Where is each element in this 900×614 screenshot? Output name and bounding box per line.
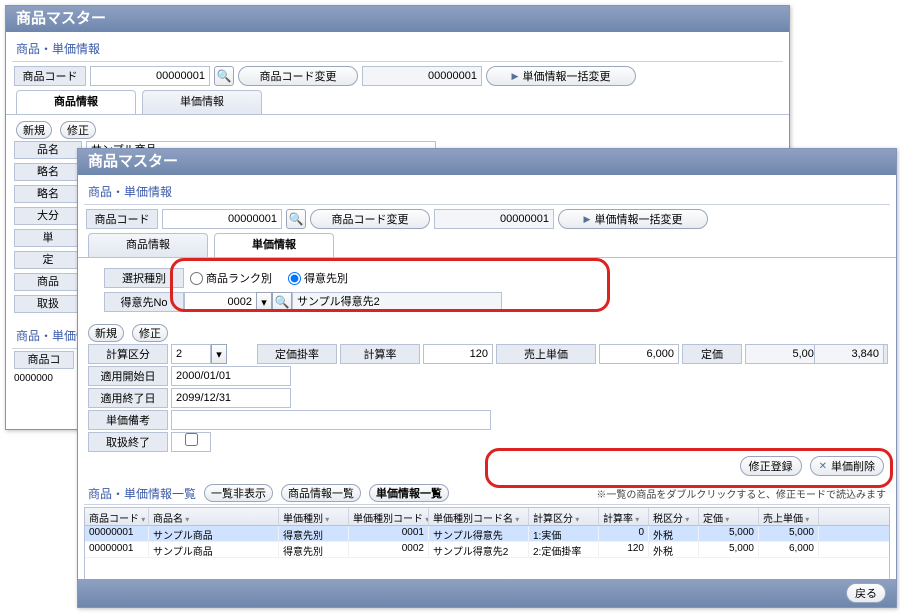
input-start-date[interactable]: 2000/01/01 (171, 366, 291, 386)
label-abbr: 略名 (14, 163, 82, 181)
label-end-date: 適用終了日 (88, 388, 168, 408)
hint-text: ※一覧の商品をダブルクリックすると、修正モードで読込みます (596, 486, 886, 501)
input-sell-price[interactable]: 6,000 (599, 344, 679, 364)
label-discontinued: 取扱終了 (88, 432, 168, 452)
checkbox-discontinued[interactable] (185, 433, 198, 446)
checkbox-discontinued-wrap (171, 432, 211, 452)
input-calc-type[interactable]: 2 (171, 344, 211, 364)
label-customer-no: 得意先No (104, 292, 184, 312)
label-product-code: 商品コード (86, 209, 158, 229)
button-new[interactable]: 新規 (88, 324, 124, 342)
section-label-front: 商品・単価情報 (78, 175, 896, 204)
display-customer-name: サンプル得意先2 (292, 292, 502, 312)
search-icon[interactable]: 🔍 (272, 292, 292, 312)
label-memo: 商品 (14, 273, 82, 291)
button-update[interactable]: 修正登録 (740, 456, 802, 476)
input-price-memo[interactable] (171, 410, 491, 430)
tab-product-info[interactable]: 商品情報 (88, 233, 208, 257)
button-code-change[interactable]: 商品コード変更 (238, 66, 358, 86)
display-product-code: 00000001 (434, 209, 554, 229)
label-fixed-price: 定価 (682, 344, 742, 364)
search-icon[interactable]: 🔍 (286, 209, 306, 229)
table-row[interactable]: 00000001サンプル商品得意先別0001サンプル得意先1:実価0外税5,00… (85, 526, 889, 542)
label-price-memo: 単価備考 (88, 410, 168, 430)
button-bulk-price[interactable]: 単価情報一括変更 (486, 66, 636, 86)
button-price-list[interactable]: 単価情報一覧 (369, 484, 449, 502)
grid-header: 商品コード 商品名 単価種別 単価種別コード 単価種別コード名 計算区分 計算率… (85, 508, 889, 526)
button-code-change[interactable]: 商品コード変更 (310, 209, 430, 229)
titlebar-front: 商品マスター (78, 149, 896, 175)
window-product-master-front: 商品マスター 商品・単価情報 商品コード 00000001 🔍 商品コード変更 … (77, 148, 897, 608)
input-rate[interactable]: 120 (423, 344, 493, 364)
label-end: 取扱 (14, 295, 82, 313)
display-cost-price: 3,840 (814, 344, 884, 364)
footer-bar: 戻る (78, 579, 896, 607)
button-edit[interactable]: 修正 (60, 121, 96, 139)
button-new[interactable]: 新規 (16, 121, 52, 139)
input-product-code[interactable]: 00000001 (162, 209, 282, 229)
label-name: 品名 (14, 141, 82, 159)
button-edit[interactable]: 修正 (132, 324, 168, 342)
display-product-code: 00000001 (362, 66, 482, 86)
dropdown-icon[interactable]: ▾ (256, 292, 272, 312)
radio-rank[interactable]: 商品ランク別 (190, 270, 272, 286)
label-sell-price: 売上単価 (496, 344, 596, 364)
button-bulk-price[interactable]: 単価情報一括変更 (558, 209, 708, 229)
display-fixed-price: 5,000 (745, 344, 825, 364)
tab-product-info[interactable]: 商品情報 (16, 90, 136, 114)
label-unit: 単 (14, 229, 82, 247)
input-customer-no[interactable]: 0002 (184, 292, 256, 312)
label-product-code: 商品コード (14, 66, 86, 86)
label-list-code: 商品コ (14, 351, 74, 369)
label-price: 定 (14, 251, 82, 269)
button-delete-price[interactable]: 単価削除 (810, 456, 884, 476)
input-end-date[interactable]: 2099/12/31 (171, 388, 291, 408)
section-label: 商品・単価情報 (6, 32, 789, 61)
dropdown-icon[interactable]: ▾ (211, 344, 227, 364)
button-back[interactable]: 戻る (846, 583, 886, 603)
radio-customer[interactable]: 得意先別 (288, 270, 348, 286)
input-product-code[interactable]: 00000001 (90, 66, 210, 86)
table-row[interactable]: 00000001サンプル商品得意先別0002サンプル得意先22:定価掛率120外… (85, 542, 889, 558)
tab-price-info[interactable]: 単価情報 (142, 90, 262, 114)
button-hide-list[interactable]: 一覧非表示 (204, 484, 273, 502)
label-select-type: 選択種別 (104, 268, 184, 288)
search-icon[interactable]: 🔍 (214, 66, 234, 86)
label-calc-type: 計算区分 (88, 344, 168, 364)
button-product-list[interactable]: 商品情報一覧 (281, 484, 361, 502)
titlebar-back: 商品マスター (6, 6, 789, 32)
label-abbr2: 略名 (14, 185, 82, 203)
label-fixed-rate: 定価掛率 (257, 344, 337, 364)
label-cat: 大分 (14, 207, 82, 225)
label-start-date: 適用開始日 (88, 366, 168, 386)
label-calc-rate: 計算率 (340, 344, 420, 364)
tab-price-info[interactable]: 単価情報 (214, 233, 334, 257)
list-section-label: 商品・単価情報一覧 (88, 485, 196, 502)
